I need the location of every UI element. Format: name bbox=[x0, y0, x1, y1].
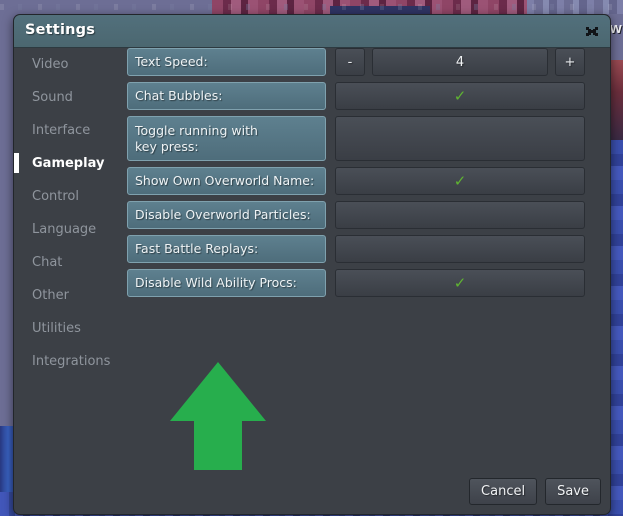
save-button[interactable]: Save bbox=[545, 478, 601, 505]
sidebar-item-label: Utilities bbox=[32, 321, 81, 336]
checkmark-icon: ✓ bbox=[453, 86, 467, 105]
sidebar-active-indicator bbox=[14, 153, 19, 173]
sidebar-item-sound[interactable]: Sound bbox=[14, 81, 114, 114]
sidebar-item-gameplay[interactable]: Gameplay bbox=[14, 147, 114, 180]
background-edge-text: w bbox=[610, 20, 622, 37]
sidebar-item-label: Chat bbox=[32, 255, 63, 270]
checkmark-icon: ✓ bbox=[453, 171, 467, 190]
dialog-footer: Cancel Save bbox=[469, 478, 601, 505]
sidebar-item-label: Gameplay bbox=[32, 156, 105, 171]
settings-sidebar: Video Sound Interface Gameplay Control Langua… bbox=[14, 48, 114, 514]
cancel-button[interactable]: Cancel bbox=[469, 478, 538, 505]
quantity-stepper: -4 + bbox=[335, 48, 585, 76]
settings-dialog: Settings Video Sound Interface Gameplay Cont… bbox=[13, 14, 611, 515]
setting-toggle[interactable]: ✓ bbox=[335, 201, 585, 229]
background-noise-row bbox=[0, 4, 623, 10]
sidebar-item-language[interactable]: Language bbox=[14, 213, 114, 246]
sidebar-item-label: Control bbox=[32, 189, 79, 204]
setting-label: Toggle running with key press: bbox=[127, 116, 326, 161]
setting-row: Disable Overworld Particles: ✓ bbox=[127, 201, 585, 229]
setting-control: ✓ bbox=[335, 167, 585, 195]
setting-toggle[interactable]: ✓ bbox=[335, 82, 585, 110]
dialog-body: Video Sound Interface Gameplay Control Langua… bbox=[14, 48, 610, 514]
sidebar-item-video[interactable]: Video bbox=[14, 48, 114, 81]
sidebar-item-chat[interactable]: Chat bbox=[14, 246, 114, 279]
setting-toggle[interactable]: ✓ bbox=[335, 235, 585, 263]
sidebar-item-control[interactable]: Control bbox=[14, 180, 114, 213]
setting-control: ✓ bbox=[335, 201, 585, 229]
setting-label: Chat Bubbles: bbox=[127, 82, 326, 110]
sidebar-item-integrations[interactable]: Integrations bbox=[14, 345, 114, 378]
setting-row: Show Own Overworld Name: ✓ bbox=[127, 167, 585, 195]
setting-control: -4 + bbox=[335, 48, 585, 76]
setting-label: Fast Battle Replays: bbox=[127, 235, 326, 263]
settings-rows: Text Speed: -4 + Chat Bubbles: ✓ Toggle runni… bbox=[127, 48, 585, 303]
stepper-increment-button[interactable]: + bbox=[555, 48, 585, 76]
setting-control: ✓ bbox=[335, 235, 585, 263]
sidebar-item-other[interactable]: Other bbox=[14, 279, 114, 312]
setting-row: Fast Battle Replays: ✓ bbox=[127, 235, 585, 263]
dialog-title-bar: Settings bbox=[14, 15, 610, 48]
setting-control: ✓ bbox=[335, 82, 585, 110]
setting-toggle[interactable]: ✓ bbox=[335, 167, 585, 195]
sidebar-item-utilities[interactable]: Utilities bbox=[14, 312, 114, 345]
dialog-title: Settings bbox=[25, 22, 96, 38]
setting-row: Toggle running with key press:✓ bbox=[127, 116, 585, 161]
setting-toggle[interactable]: ✓ bbox=[335, 269, 585, 297]
setting-control: ✓ bbox=[335, 116, 585, 161]
setting-row: Disable Wild Ability Procs: ✓ bbox=[127, 269, 585, 297]
setting-toggle[interactable]: ✓ bbox=[335, 116, 585, 161]
stepper-decrement-button[interactable]: - bbox=[335, 48, 365, 76]
stepper-value: 4 bbox=[372, 48, 548, 76]
setting-label: Show Own Overworld Name: bbox=[127, 167, 326, 195]
setting-row: Text Speed: -4 + bbox=[127, 48, 585, 76]
setting-label: Disable Wild Ability Procs: bbox=[127, 269, 326, 297]
setting-row: Chat Bubbles: ✓ bbox=[127, 82, 585, 110]
sidebar-item-label: Interface bbox=[32, 123, 91, 138]
sidebar-item-label: Integrations bbox=[32, 354, 111, 369]
setting-label: Disable Overworld Particles: bbox=[127, 201, 326, 229]
sidebar-item-label: Sound bbox=[32, 90, 73, 105]
setting-control: ✓ bbox=[335, 269, 585, 297]
close-icon[interactable] bbox=[582, 21, 602, 41]
sidebar-item-label: Video bbox=[32, 57, 69, 72]
sidebar-item-label: Language bbox=[32, 222, 97, 237]
sidebar-item-interface[interactable]: Interface bbox=[14, 114, 114, 147]
sidebar-item-label: Other bbox=[32, 288, 69, 303]
setting-label: Text Speed: bbox=[127, 48, 326, 76]
checkmark-icon: ✓ bbox=[453, 273, 467, 292]
up-arrow-icon bbox=[166, 358, 270, 473]
